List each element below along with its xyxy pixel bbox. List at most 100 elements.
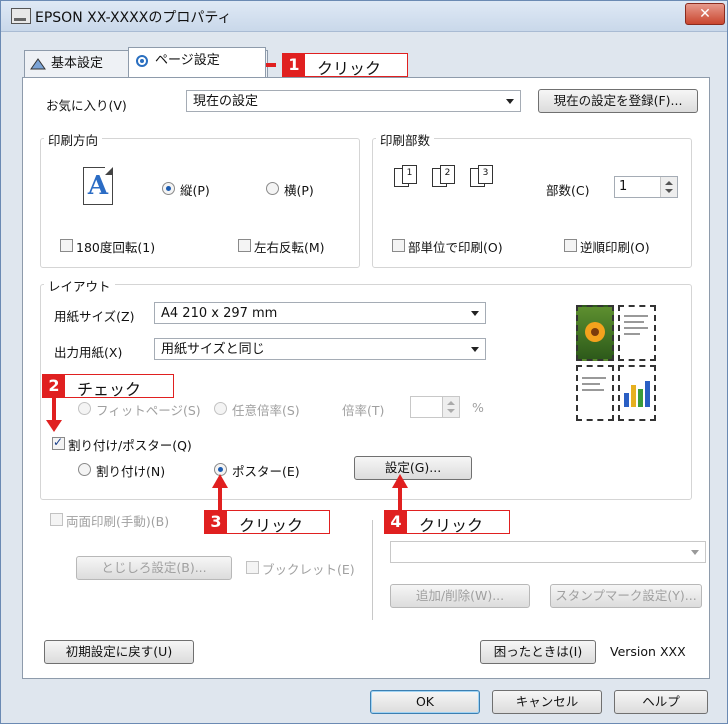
annotation-number: 4: [385, 511, 407, 533]
bar-chart-icon: [624, 381, 650, 407]
spin-arrows-icon[interactable]: [442, 397, 459, 417]
split-radio[interactable]: [78, 463, 91, 476]
copies-count-label: 部数(C): [546, 183, 590, 198]
preview-tile-text: [618, 305, 656, 361]
any-scale-label: 任意倍率(S): [232, 403, 300, 418]
cancel-button[interactable]: キャンセル: [492, 690, 602, 714]
layout-settings-button[interactable]: 設定(G)...: [354, 456, 472, 480]
copy-page-number: 1: [402, 165, 417, 184]
copy-page-number: 3: [478, 165, 493, 184]
scale-label: 倍率(T): [342, 403, 385, 418]
favorites-value: 現在の設定: [193, 94, 259, 109]
reset-defaults-button[interactable]: 初期設定に戻す(U): [44, 640, 194, 664]
copy-page-number: 2: [440, 165, 455, 184]
orientation-group-label: 印刷方向: [44, 130, 103, 149]
preview-tile-text: [576, 365, 614, 421]
stamp-select[interactable]: [390, 541, 706, 563]
fit-page-label: フィットページ(S): [96, 403, 201, 418]
copies-stepper[interactable]: 1: [614, 176, 678, 198]
mirror-label: 左右反転(M): [254, 240, 325, 255]
binding-margin-button[interactable]: とじしろ設定(B)...: [76, 556, 232, 580]
divider: [372, 520, 373, 620]
split-label: 割り付け(N): [96, 464, 166, 479]
ok-button[interactable]: OK: [370, 690, 480, 714]
annotation-number: 3: [205, 511, 227, 533]
preview-tile-chart: [618, 365, 656, 421]
spin-arrows-icon[interactable]: [660, 177, 677, 197]
basic-settings-icon: [30, 58, 46, 70]
paper-size-select[interactable]: A4 210 x 297 mm: [154, 302, 486, 324]
troubleshoot-button[interactable]: 困ったときは(I): [480, 640, 596, 664]
portrait-radio[interactable]: [162, 182, 175, 195]
annotation-text: チェック: [77, 380, 142, 399]
version-label: Version XXX: [610, 644, 686, 659]
collated-copies-icon: 2: [432, 165, 464, 187]
arrow-down-icon: [46, 420, 62, 432]
reverse-order-label: 逆順印刷(O): [580, 240, 650, 255]
text-lines-icon: [624, 315, 648, 335]
layout-group-label: レイアウト: [44, 276, 115, 295]
tab-page-settings-label: ページ設定: [155, 53, 220, 68]
close-button[interactable]: ✕: [685, 3, 725, 25]
landscape-label: 横(P): [284, 183, 314, 198]
add-delete-button[interactable]: 追加/削除(W)...: [390, 584, 530, 608]
poster-label: ポスター(E): [232, 464, 300, 479]
register-current-button[interactable]: 現在の設定を登録(F)...: [538, 89, 698, 113]
printer-icon: [11, 8, 31, 24]
help-button[interactable]: ヘルプ: [614, 690, 708, 714]
copies-value: 1: [619, 179, 628, 194]
split-poster-label: 割り付け/ポスター(Q): [68, 438, 192, 453]
booklet-label: ブックレット(E): [262, 562, 355, 577]
annotation-callout-1: 1 クリック: [282, 53, 408, 78]
chevron-down-icon: [471, 311, 479, 316]
output-paper-select[interactable]: 用紙サイズと同じ: [154, 338, 486, 360]
annotation-callout-2: 2 チェック: [42, 374, 174, 399]
chevron-down-icon: [691, 550, 699, 555]
chevron-down-icon: [471, 347, 479, 352]
scale-unit: %: [472, 400, 484, 415]
duplex-label: 両面印刷(手動)(B): [66, 514, 170, 529]
scale-stepper[interactable]: [410, 396, 460, 418]
chevron-down-icon: [506, 99, 514, 104]
collated-copies-icon: 3: [470, 165, 502, 187]
collated-copies-icon: 1: [394, 165, 426, 187]
annotation-number: 2: [43, 375, 65, 397]
poster-preview: [576, 305, 658, 425]
window-title: EPSON XX-XXXXのプロパティ: [35, 10, 232, 26]
output-paper-label: 出力用紙(X): [54, 345, 123, 360]
annotation-text: クリック: [239, 516, 304, 535]
title-bar: EPSON XX-XXXXのプロパティ ✕: [1, 1, 727, 32]
preview-tile-flower: [576, 305, 614, 361]
mirror-checkbox[interactable]: [238, 239, 251, 252]
stamp-settings-button[interactable]: スタンプマーク設定(Y)...: [550, 584, 702, 608]
annotation-callout-4: 4 クリック: [384, 510, 510, 535]
split-poster-checkbox[interactable]: [52, 435, 65, 450]
annotation-callout-3: 3 クリック: [204, 510, 330, 535]
booklet-checkbox[interactable]: [246, 561, 259, 574]
page-settings-icon: [136, 55, 148, 67]
portrait-label: 縦(P): [180, 183, 210, 198]
rotate180-label: 180度回転(1): [76, 240, 156, 255]
fit-page-radio[interactable]: [78, 402, 91, 415]
reverse-order-checkbox[interactable]: [564, 239, 577, 252]
copies-group-label: 印刷部数: [376, 130, 435, 149]
paper-size-value: A4 210 x 297 mm: [161, 306, 278, 321]
paper-size-label: 用紙サイズ(Z): [54, 309, 135, 324]
annotation-text: クリック: [317, 59, 382, 78]
annotation-number: 1: [283, 54, 305, 76]
tab-page-settings[interactable]: ページ設定: [128, 47, 266, 77]
annotation-text: クリック: [419, 516, 484, 535]
flower-icon: [585, 322, 605, 342]
any-scale-radio[interactable]: [214, 402, 227, 415]
rotate180-checkbox[interactable]: [60, 239, 73, 252]
favorites-select[interactable]: 現在の設定: [186, 90, 521, 112]
duplex-checkbox[interactable]: [50, 513, 63, 526]
output-paper-value: 用紙サイズと同じ: [161, 342, 265, 357]
favorites-label: お気に入り(V): [46, 98, 127, 113]
landscape-radio[interactable]: [266, 182, 279, 195]
tab-basic-settings-label: 基本設定: [51, 56, 104, 71]
text-lines-icon: [582, 377, 606, 391]
collate-label: 部単位で印刷(O): [408, 240, 503, 255]
collate-checkbox[interactable]: [392, 239, 405, 252]
orientation-preview-icon: A: [83, 167, 113, 205]
